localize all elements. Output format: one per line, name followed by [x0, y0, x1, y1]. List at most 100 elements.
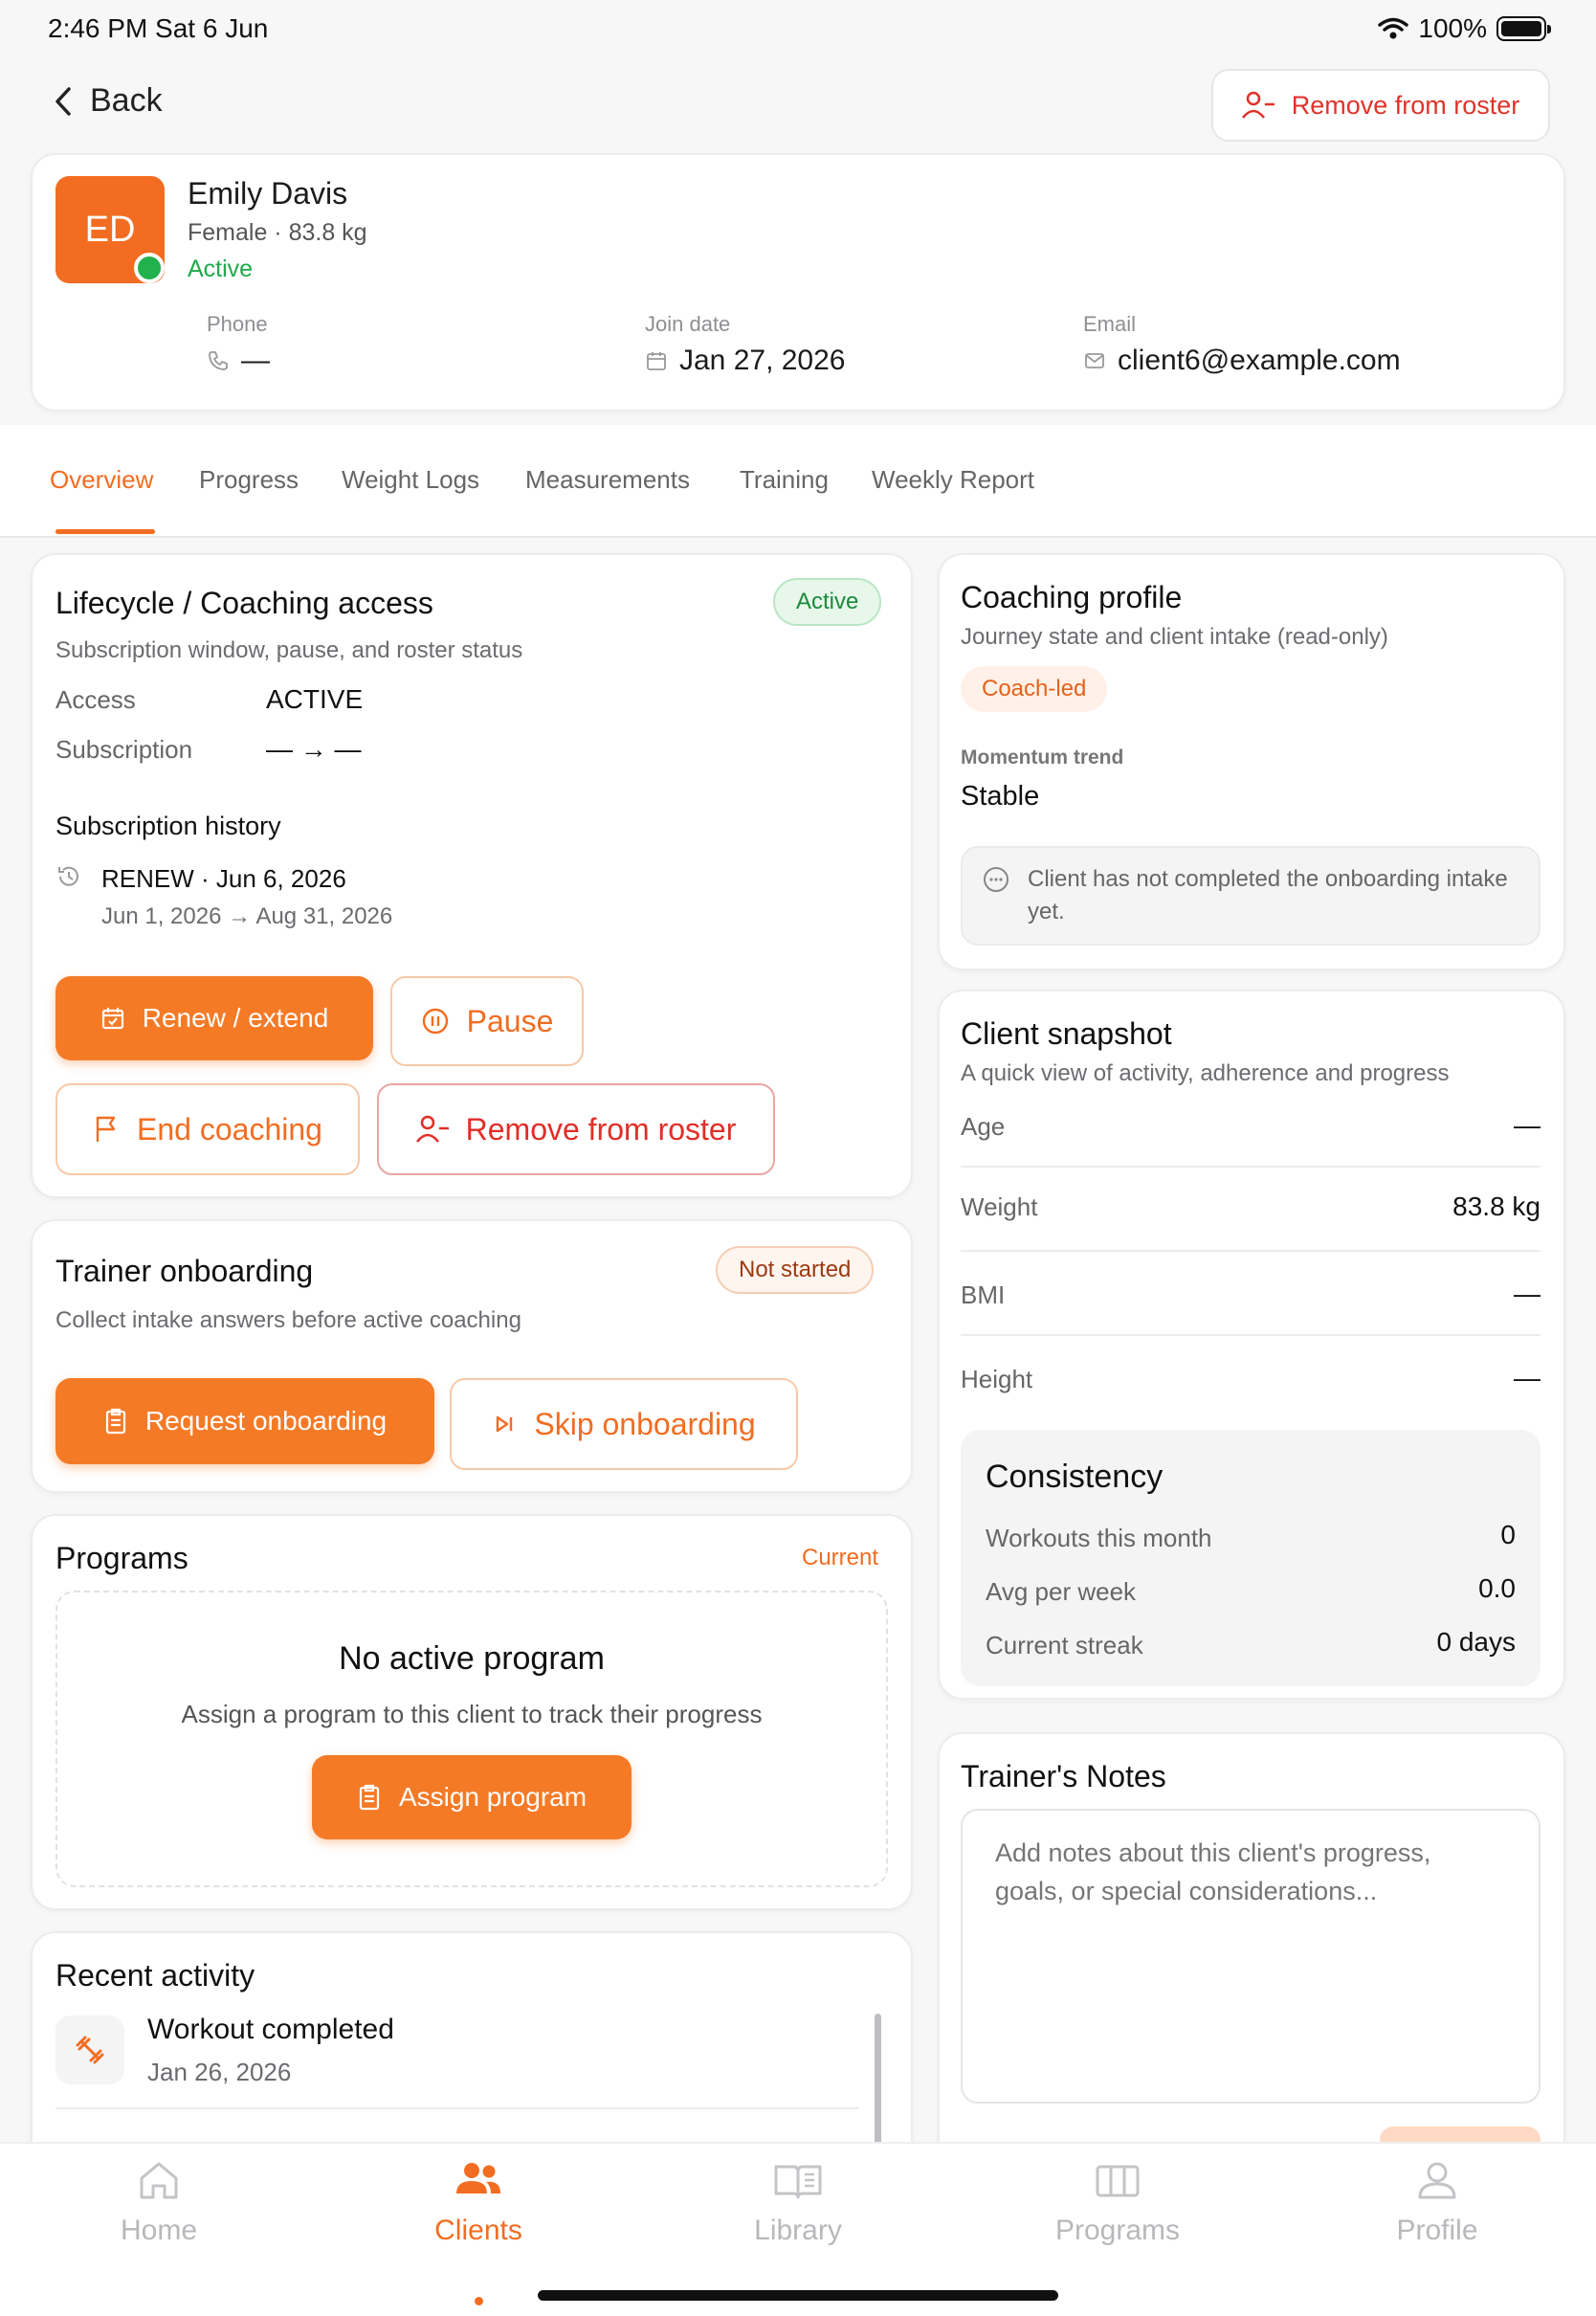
nav-home[interactable]: Home: [63, 2159, 255, 2247]
active-tab-indicator: [55, 529, 155, 534]
phone-row: —: [207, 345, 270, 377]
nav-clients[interactable]: Clients: [383, 2159, 574, 2247]
client-status: Active: [188, 256, 254, 282]
pause-circle-icon: [422, 1008, 448, 1035]
remove-from-roster-card-label: Remove from roster: [465, 1111, 737, 1147]
calendar-check-icon: [101, 1008, 123, 1030]
onboarding-title: Trainer onboarding: [55, 1254, 314, 1288]
nav-library-label: Library: [754, 2215, 842, 2246]
programs-empty-state: [55, 1591, 888, 1887]
nav-profile[interactable]: Profile: [1341, 2159, 1533, 2247]
current-streak-label: Current streak: [986, 1631, 1143, 1659]
tab-weight-logs[interactable]: Weight Logs: [342, 465, 479, 495]
programs-current-link[interactable]: Current: [802, 1545, 878, 1571]
flag-icon: [96, 1116, 116, 1142]
dumbbell-icon: [76, 2036, 104, 2064]
history-entry: RENEW · Jun 6, 2026: [101, 864, 346, 893]
request-onboarding-button[interactable]: Request onboarding: [55, 1378, 434, 1464]
access-value: ACTIVE: [266, 684, 364, 714]
momentum-value: Stable: [961, 781, 1040, 812]
renew-extend-button[interactable]: Renew / extend: [55, 976, 373, 1060]
status-indicators: 100%: [1378, 13, 1551, 44]
snapshot-weight-value: 83.8 kg: [1452, 1191, 1541, 1221]
home-indicator[interactable]: [538, 2290, 1058, 2301]
end-coaching-button[interactable]: End coaching: [55, 1083, 360, 1175]
no-program-title: No active program: [339, 1640, 605, 1677]
trainer-notes-input[interactable]: [961, 1809, 1541, 2104]
snapshot-divider: [961, 1166, 1541, 1168]
avg-per-week-value: 0.0: [1478, 1573, 1516, 1603]
client-snapshot-title: Client snapshot: [961, 1016, 1172, 1051]
snapshot-age-value: —: [1514, 1110, 1541, 1140]
phone-info: Phone —: [207, 312, 270, 377]
nav-programs[interactable]: Programs: [1022, 2159, 1213, 2247]
request-onboarding-label: Request onboarding: [144, 1406, 388, 1436]
client-snapshot-subtitle: A quick view of activity, adherence and …: [961, 1060, 1450, 1086]
user-minus-icon: [1241, 91, 1275, 119]
nav-programs-label: Programs: [1054, 2215, 1181, 2246]
status-time: 2:46 PM Sat 6 Jun: [48, 13, 269, 43]
back-button[interactable]: Back: [54, 82, 163, 120]
back-label: Back: [90, 82, 163, 119]
renew-extend-label: Renew / extend: [142, 1003, 329, 1033]
snapshot-bmi-label: BMI: [961, 1280, 1006, 1309]
join-date-label: Join date: [645, 312, 731, 336]
snapshot-divider: [961, 1334, 1541, 1336]
activity-scrollbar[interactable]: [875, 2014, 881, 2148]
email-value[interactable]: client6@example.com: [1118, 345, 1401, 377]
subscription-value: — → —: [266, 734, 362, 764]
momentum-label: Momentum trend: [961, 746, 1124, 768]
coaching-mode-tag: Coach-led: [961, 666, 1108, 712]
skip-onboarding-button[interactable]: Skip onboarding: [450, 1378, 798, 1470]
history-range: Jun 1, 2026 → Aug 31, 2026: [101, 903, 393, 929]
book-icon: [774, 2165, 822, 2199]
remove-from-roster-label: Remove from roster: [1291, 90, 1520, 120]
snapshot-bmi-value: —: [1514, 1279, 1541, 1308]
more-horizontal-circle-icon: [984, 867, 1009, 892]
assign-program-button[interactable]: Assign program: [312, 1755, 632, 1839]
snapshot-weight-label: Weight: [961, 1192, 1038, 1221]
access-label: Access: [55, 685, 136, 714]
history-icon: [58, 866, 78, 886]
workouts-this-month-label: Workouts this month: [986, 1524, 1212, 1552]
consistency-title: Consistency: [986, 1459, 1164, 1495]
phone-icon: [209, 351, 228, 370]
avg-per-week-label: Avg per week: [986, 1577, 1137, 1606]
pause-button[interactable]: Pause: [390, 976, 584, 1066]
columns-icon: [1096, 2165, 1140, 2197]
tab-weekly-report[interactable]: Weekly Report: [872, 465, 1034, 495]
nav-library[interactable]: Library: [702, 2159, 894, 2247]
activity-item-date: Jan 26, 2026: [147, 2058, 292, 2086]
tab-progress[interactable]: Progress: [199, 465, 299, 495]
active-nav-indicator: [475, 2297, 483, 2305]
calendar-icon: [647, 352, 666, 370]
end-coaching-label: End coaching: [137, 1111, 322, 1147]
onboarding-status-badge: Not started: [716, 1246, 875, 1294]
email-row: client6@example.com: [1083, 345, 1401, 377]
no-program-text: Assign a program to this client to track…: [181, 1700, 763, 1728]
activity-divider: [55, 2107, 859, 2109]
skip-forward-icon: [497, 1415, 513, 1433]
wifi-icon: [1378, 17, 1409, 39]
join-date-value: Jan 27, 2026: [679, 345, 846, 376]
clipboard-icon: [359, 1784, 380, 1811]
tab-training[interactable]: Training: [740, 465, 829, 495]
email-label: Email: [1083, 312, 1137, 336]
snapshot-age-label: Age: [961, 1112, 1006, 1141]
remove-from-roster-card-button[interactable]: Remove from roster: [377, 1083, 775, 1175]
lifecycle-title: Lifecycle / Coaching access: [55, 586, 433, 620]
users-icon: [456, 2163, 500, 2194]
client-meta: Female · 83.8 kg: [188, 219, 367, 246]
tab-overview[interactable]: Overview: [50, 465, 153, 495]
subscription-history-title: Subscription history: [55, 812, 281, 840]
onboarding-notice-text: Client has not completed the onboarding …: [1028, 866, 1508, 924]
nav-clients-label: Clients: [434, 2215, 522, 2246]
tab-measurements[interactable]: Measurements: [525, 465, 690, 495]
pause-label: Pause: [466, 1003, 554, 1038]
client-name: Emily Davis: [188, 176, 348, 211]
phone-label: Phone: [207, 312, 268, 336]
remove-from-roster-button[interactable]: Remove from roster: [1211, 69, 1550, 142]
chevron-left-icon: [55, 86, 71, 116]
coaching-profile-title: Coaching profile: [961, 580, 1183, 614]
programs-title: Programs: [55, 1541, 188, 1575]
